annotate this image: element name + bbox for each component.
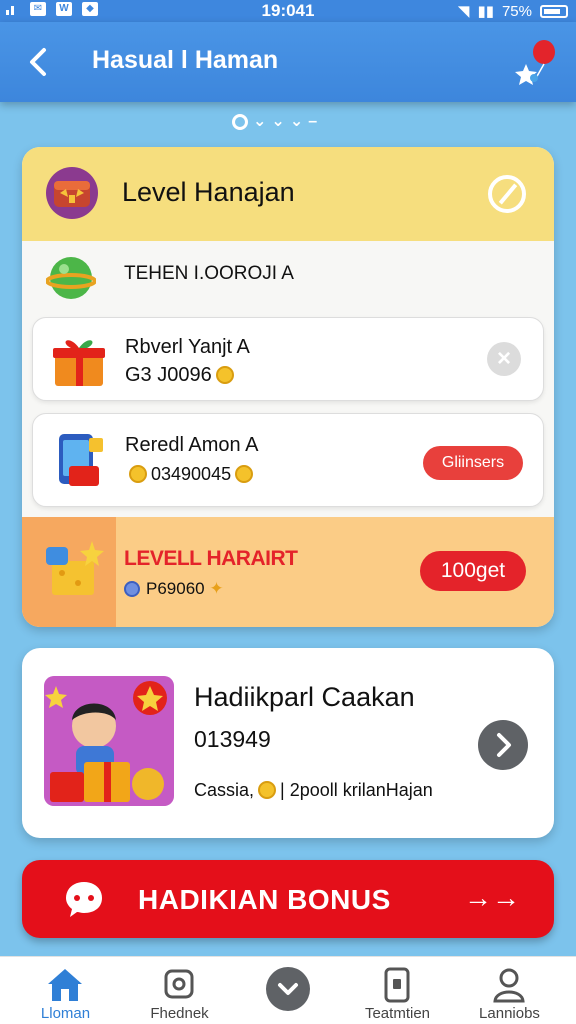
battery-icon xyxy=(540,4,568,18)
bonus-label: HADIKIAN BONUS xyxy=(138,884,391,915)
wifi-icon: ◥ xyxy=(457,3,470,20)
level-info-text: TEHEN I.OOROJI A xyxy=(124,263,294,284)
level-info-row: TEHEN I.OOROJI A xyxy=(22,247,554,311)
claim-button[interactable]: Gliinsers xyxy=(423,446,523,480)
nav-label-features: Fhednek xyxy=(150,1005,209,1022)
user-icon xyxy=(493,968,525,1003)
reward-amount-value: G3 J0096 xyxy=(125,364,212,386)
reward-row[interactable]: Reredl Amon A 03490045 Gliinsers xyxy=(32,413,544,507)
cell-signal-icon: ▮▮ xyxy=(477,3,494,20)
chevron-down-icon xyxy=(278,983,298,995)
next-button[interactable] xyxy=(478,720,528,770)
promo-card[interactable]: Hadiikparl Caakan 013949 Cassia, | 2pooll… xyxy=(22,648,554,838)
level-card: Level Hanajan TEHEN I.OOROJI A Rbverl Ya… xyxy=(22,147,554,627)
page-dot-active xyxy=(232,114,248,130)
back-button[interactable] xyxy=(22,42,58,82)
puzzle-icon xyxy=(164,969,194,999)
highlight-reward-row[interactable]: LEVELL HARAIRT P69060 ✦ 100get xyxy=(22,517,554,627)
dismiss-button[interactable]: × xyxy=(487,342,521,376)
nav-label-home: Lloman xyxy=(40,1005,91,1022)
page-dot: – xyxy=(308,113,318,130)
highlight-reward-value: P69060 xyxy=(146,579,205,598)
treasure-chest-icon xyxy=(46,167,98,219)
level-card-title: Level Hanajan xyxy=(122,177,295,207)
coin-icon xyxy=(215,366,234,384)
reward-amount: 03490045 xyxy=(125,464,257,485)
nav-label-tasks: Teatmtien xyxy=(364,1005,431,1022)
page-title: Hasual l Haman xyxy=(92,46,279,74)
reward-name: Rbverl Yanjt A xyxy=(125,336,250,358)
bonus-button[interactable]: HADIKIAN BONUS →→ xyxy=(22,860,554,938)
token-icon xyxy=(124,581,140,597)
mystery-box-icon xyxy=(46,541,104,595)
chevron-left-icon xyxy=(30,48,46,76)
status-bar: ✉ W ◆ 19:041 ◥ ▮▮ 75% xyxy=(0,0,576,22)
page-dot: ⌄ xyxy=(289,113,304,130)
device-icon xyxy=(384,967,410,1003)
coin-icon xyxy=(129,465,147,483)
nav-item-profile[interactable]: Lanniobs xyxy=(452,957,567,1024)
nav-center-button[interactable] xyxy=(266,967,310,1011)
reward-name: Reredl Amon A xyxy=(125,434,259,456)
home-icon xyxy=(48,969,82,1001)
green-orb-icon xyxy=(46,257,96,299)
reward-amount: G3 J0096 xyxy=(125,364,238,387)
page-dot: ⌄ xyxy=(271,113,285,130)
highlight-reward-name: LEVELL HARAIRT xyxy=(124,547,298,570)
nav-item-tasks[interactable]: Teatmtien xyxy=(340,957,455,1024)
nav-label-profile: Lanniobs xyxy=(479,1005,540,1022)
promo-description: Cassia, | 2pooll krilanHajan xyxy=(194,780,433,801)
page-dot: ⌄ xyxy=(253,113,267,130)
nav-item-features[interactable]: Fhednek xyxy=(122,957,237,1024)
coin-icon xyxy=(235,465,254,483)
level-card-header: Level Hanajan xyxy=(22,147,554,241)
promo-character-image xyxy=(44,676,174,806)
chat-bubble-icon xyxy=(66,882,102,917)
battery-percent: 75% xyxy=(501,2,532,20)
promo-desc-suffix: | 2pooll krilanHajan xyxy=(280,780,433,800)
coin-icon xyxy=(258,781,277,799)
phone-gift-icon xyxy=(59,434,103,486)
nav-item-home[interactable]: Lloman xyxy=(8,957,123,1024)
promo-desc-prefix: Cassia, xyxy=(194,780,255,800)
promo-title: Hadiikparl Caakan xyxy=(194,682,415,712)
highlight-reward-amount: P69060 ✦ xyxy=(124,579,224,599)
reward-row[interactable]: Rbverl Yanjt A G3 J0096 × xyxy=(32,317,544,401)
bottom-nav: Lloman Fhednek Teatmtien Lanniobs xyxy=(0,956,576,1024)
close-circle-button[interactable] xyxy=(488,175,526,213)
gift-box-icon xyxy=(53,340,105,386)
sparkle-icon: ✦ xyxy=(204,579,224,598)
chevron-right-icon xyxy=(497,733,511,757)
page-indicator: ⌄ ⌄ ⌄ – xyxy=(232,112,344,132)
get-reward-button[interactable]: 100get xyxy=(420,551,526,591)
balloon-star-icon[interactable] xyxy=(514,38,558,86)
promo-number: 013949 xyxy=(194,726,271,752)
status-right: ◥ ▮▮ 75% xyxy=(458,2,568,20)
double-arrow-icon: →→ xyxy=(464,882,520,913)
app-bar: Hasual l Haman xyxy=(0,22,576,102)
reward-amount-value: 03490045 xyxy=(151,464,232,484)
